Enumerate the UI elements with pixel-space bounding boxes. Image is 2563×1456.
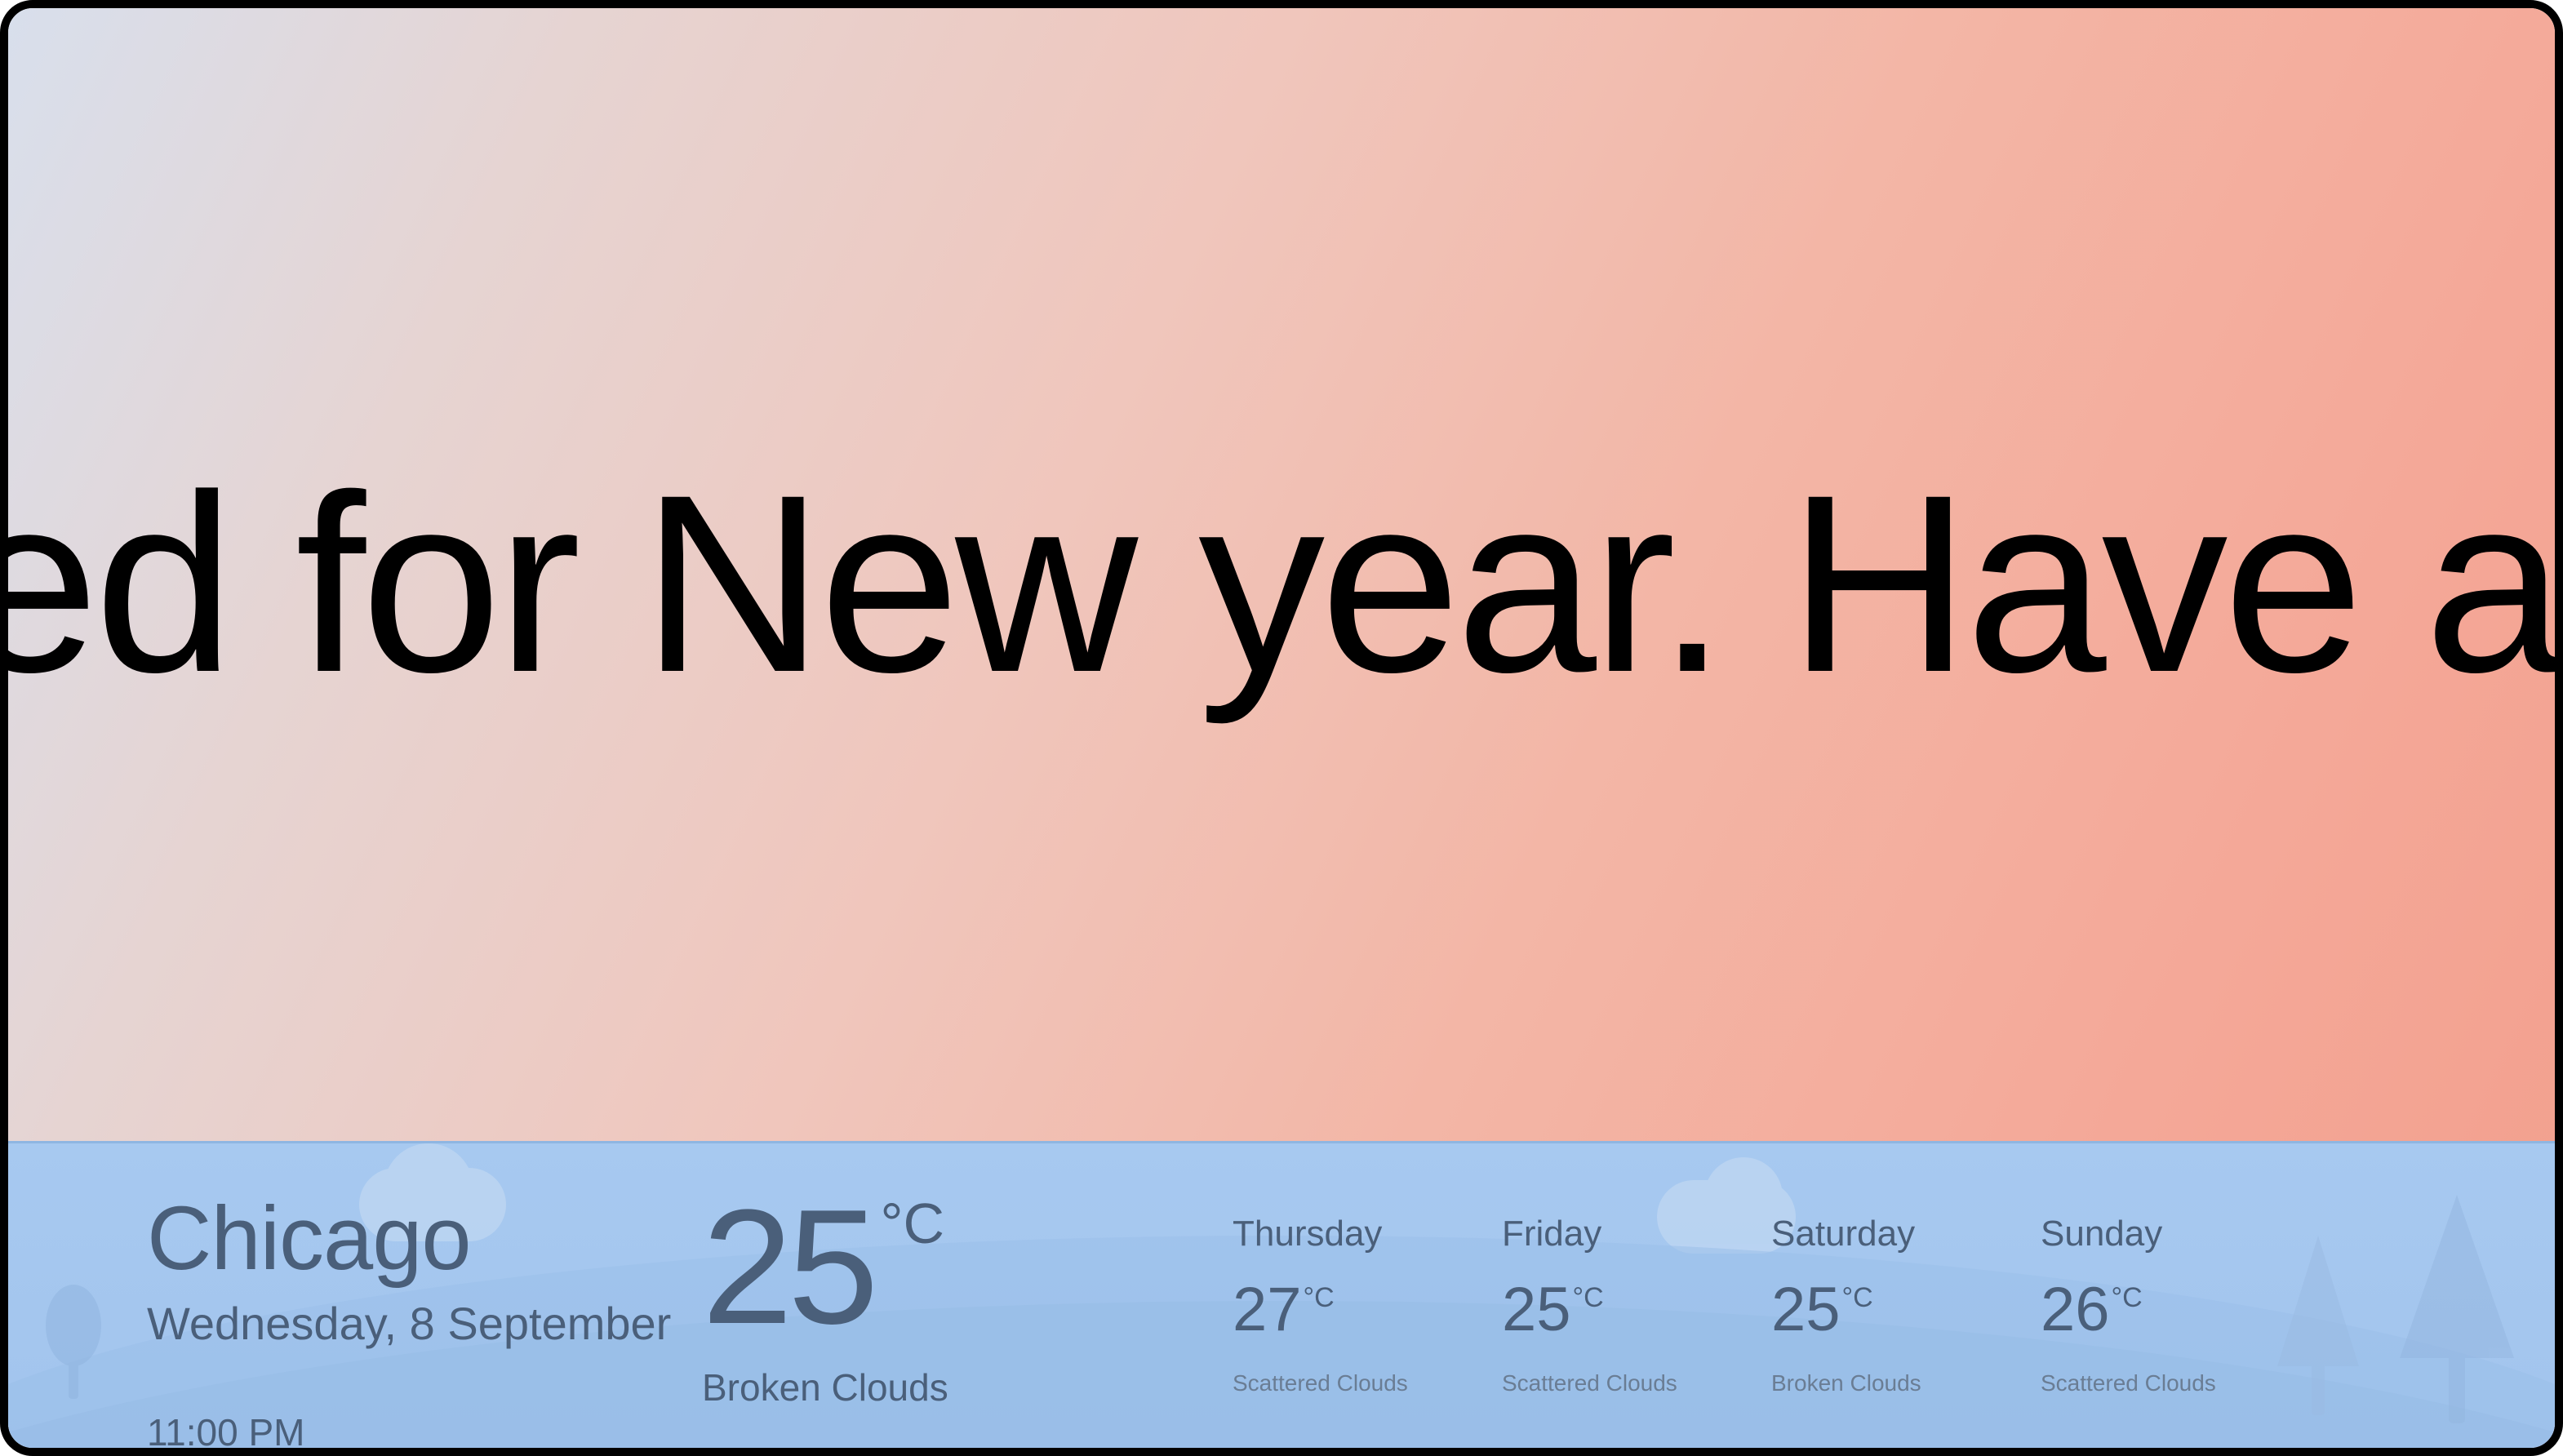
forecast-temp-value: 26 xyxy=(2041,1279,2110,1341)
forecast-condition: Scattered Clouds xyxy=(2041,1370,2310,1396)
current-temp-unit: °C xyxy=(880,1191,944,1256)
forecast-temp-unit: °C xyxy=(2112,1282,2143,1314)
forecast-temp-row: 25 °C xyxy=(1502,1279,1771,1341)
current-temp-row: 25 °C xyxy=(702,1194,1126,1341)
city-name: Chicago xyxy=(147,1194,702,1284)
forecast-day: Sunday 26 °C Scattered Clouds xyxy=(2041,1214,2310,1396)
forecast-day-name: Thursday xyxy=(1233,1214,1502,1254)
city-date: Wednesday, 8 September xyxy=(147,1297,702,1350)
forecast-day: Thursday 27 °C Scattered Clouds xyxy=(1233,1214,1502,1396)
city-block: Chicago Wednesday, 8 September 11:00 PM xyxy=(147,1194,702,1448)
weather-content: Chicago Wednesday, 8 September 11:00 PM … xyxy=(8,1143,2555,1448)
marquee-area: sed for New year. Have a Ha xyxy=(8,8,2555,1157)
forecast-day-name: Saturday xyxy=(1771,1214,2041,1254)
forecast-temp-unit: °C xyxy=(1573,1282,1604,1314)
current-weather: 25 °C Broken Clouds xyxy=(702,1194,1126,1409)
forecast-temp-row: 27 °C xyxy=(1233,1279,1502,1341)
weather-bar: Chicago Wednesday, 8 September 11:00 PM … xyxy=(8,1141,2555,1448)
forecast-day-name: Sunday xyxy=(2041,1214,2310,1254)
forecast-temp-row: 25 °C xyxy=(1771,1279,2041,1341)
city-time: 11:00 PM xyxy=(147,1410,702,1448)
forecast-condition: Scattered Clouds xyxy=(1502,1370,1771,1396)
forecast-temp-row: 26 °C xyxy=(2041,1279,2310,1341)
forecast-temp-unit: °C xyxy=(1842,1282,1873,1314)
signage-screen: sed for New year. Have a Ha Chicago Wedn… xyxy=(8,8,2555,1448)
current-condition: Broken Clouds xyxy=(702,1365,1126,1409)
forecast-day: Friday 25 °C Scattered Clouds xyxy=(1502,1214,1771,1396)
forecast-condition: Broken Clouds xyxy=(1771,1370,2041,1396)
forecast-temp-unit: °C xyxy=(1304,1282,1335,1314)
forecast-temp-value: 27 xyxy=(1233,1279,1302,1341)
forecast-temp-value: 25 xyxy=(1502,1279,1571,1341)
forecast-temp-value: 25 xyxy=(1771,1279,1841,1341)
forecast-day: Saturday 25 °C Broken Clouds xyxy=(1771,1214,2041,1396)
marquee-text: sed for New year. Have a Ha xyxy=(8,437,2555,729)
current-temp-value: 25 xyxy=(702,1194,873,1341)
forecast-day-name: Friday xyxy=(1502,1214,1771,1254)
forecast-condition: Scattered Clouds xyxy=(1233,1370,1502,1396)
forecast-block: Thursday 27 °C Scattered Clouds Friday 2… xyxy=(1233,1194,2310,1396)
